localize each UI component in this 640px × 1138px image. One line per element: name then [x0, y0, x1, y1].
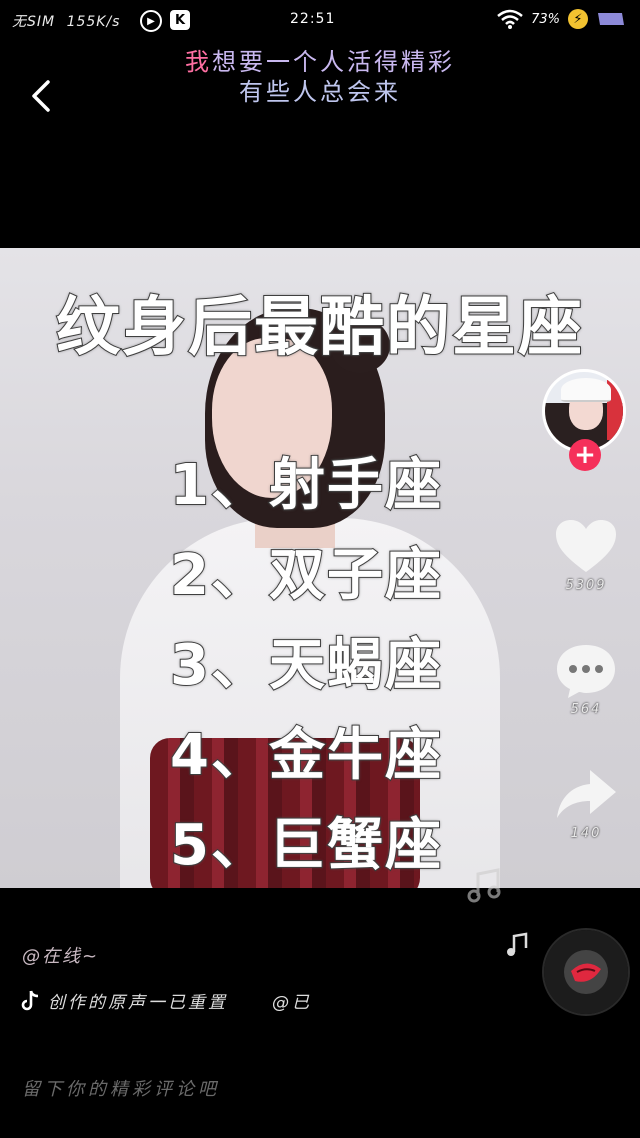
like-count: 5309 [565, 578, 607, 593]
bolt-icon: ⚡ [568, 9, 588, 29]
status-carrier: 无SIM 155K/s [12, 11, 120, 31]
author-name[interactable]: @在线~ [22, 942, 99, 968]
list-item: 1、射手座 [169, 452, 443, 519]
comment-bubble-icon [557, 645, 615, 698]
comment-count: 564 [570, 702, 602, 717]
video-title: 纹身后最酷的星座 [55, 290, 584, 366]
music-disc[interactable] [544, 930, 628, 1014]
k-app-icon: K [170, 10, 190, 30]
disc-center [564, 950, 608, 994]
red-mouth-icon [571, 963, 601, 982]
play-app-icon: ▶ [140, 10, 162, 32]
music-author: @已 [272, 993, 312, 1013]
music-note-watermark-icon [467, 868, 501, 903]
list-item: 4、金牛座 [169, 722, 443, 789]
music-note-icon [507, 932, 528, 956]
like-button[interactable]: 5309 [551, 518, 621, 593]
comment-input-prompt[interactable]: 留下你的精彩评论吧 [22, 1075, 220, 1101]
music-title: 创作的原声一已重置 [48, 993, 228, 1013]
follow-button[interactable]: + [569, 439, 601, 471]
list-item: 2、双子座 [169, 542, 443, 609]
share-button[interactable]: 140 [551, 766, 621, 841]
battery-icon [598, 13, 624, 25]
heart-icon [556, 520, 616, 572]
music-row[interactable]: 创作的原声一已重置 @已 [20, 988, 312, 1013]
carrier-text: 无SIM [12, 14, 56, 30]
status-bar: 无SIM 155K/s ▶ K 22:51 73% ⚡ [0, 0, 640, 42]
status-time: 22:51 [290, 11, 336, 27]
wifi-icon [497, 9, 523, 29]
list-item: 3、天蝎座 [169, 632, 443, 699]
comment-button[interactable]: 564 [551, 642, 621, 717]
tiktok-note-icon [21, 990, 39, 1010]
avatar-hat [561, 378, 611, 402]
lyric-line-2: 有些人总会来 [239, 78, 401, 106]
battery-percent: 73% [531, 11, 560, 27]
share-arrow-icon [557, 770, 616, 818]
network-speed: 155K/s [66, 14, 121, 30]
share-count: 140 [570, 826, 602, 841]
video-frame[interactable]: 纹身后最酷的星座 1、射手座 2、双子座 3、天蝎座 4、金牛座 5、巨蟹座 [0, 248, 640, 888]
status-right: 73% ⚡ [497, 9, 626, 29]
